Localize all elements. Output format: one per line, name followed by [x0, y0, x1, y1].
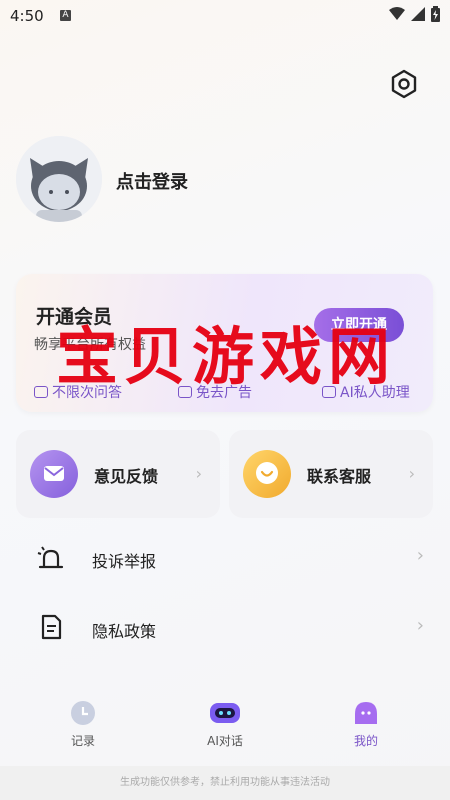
- chevron-right-icon: ›: [416, 545, 424, 566]
- footer-disclaimer: 生成功能仅供参考，禁止利用功能从事违法活动: [0, 766, 450, 800]
- report-row[interactable]: 投诉举报 ›: [0, 534, 450, 582]
- clock-icon: [71, 701, 95, 725]
- nav-records-label: 记录: [70, 734, 95, 748]
- login-link[interactable]: 点击登录: [116, 168, 188, 194]
- settings-icon[interactable]: [388, 68, 420, 100]
- nav-ai-chat[interactable]: AI对话: [190, 700, 260, 749]
- status-time: 4:50: [10, 7, 44, 25]
- nav-mine[interactable]: 我的: [331, 700, 401, 749]
- question-icon: [34, 386, 48, 398]
- nav-records[interactable]: 记录: [48, 700, 118, 749]
- feedback-tile[interactable]: 意见反馈 ›: [16, 430, 220, 518]
- privacy-row[interactable]: 隐私政策 ›: [0, 604, 450, 652]
- customer-service-tile[interactable]: 联系客服 ›: [229, 430, 433, 518]
- chevron-right-icon: ›: [195, 464, 202, 483]
- status-icons: [389, 6, 440, 22]
- signal-icon: [411, 7, 425, 21]
- chat-smile-icon: [243, 450, 291, 498]
- privacy-label: 隐私政策: [92, 622, 157, 641]
- feedback-label: 意见反馈: [94, 467, 159, 486]
- watermark: 宝贝游戏网: [56, 320, 397, 393]
- avatar[interactable]: [16, 136, 102, 222]
- nav-mine-label: 我的: [353, 734, 378, 748]
- mail-icon: [30, 450, 78, 498]
- customer-service-label: 联系客服: [307, 467, 372, 486]
- alarm-icon: [37, 546, 64, 569]
- status-indicator: A: [60, 10, 71, 21]
- document-icon: [41, 614, 62, 640]
- chevron-right-icon: ›: [416, 615, 424, 636]
- report-label: 投诉举报: [92, 552, 157, 571]
- wifi-icon: [389, 7, 405, 20]
- chevron-right-icon: ›: [408, 464, 415, 483]
- avatar-cat-icon: [16, 136, 102, 222]
- battery-icon: [431, 6, 440, 22]
- robot-icon: [210, 703, 240, 723]
- nav-ai-chat-label: AI对话: [207, 734, 243, 748]
- ghost-icon: [355, 702, 377, 724]
